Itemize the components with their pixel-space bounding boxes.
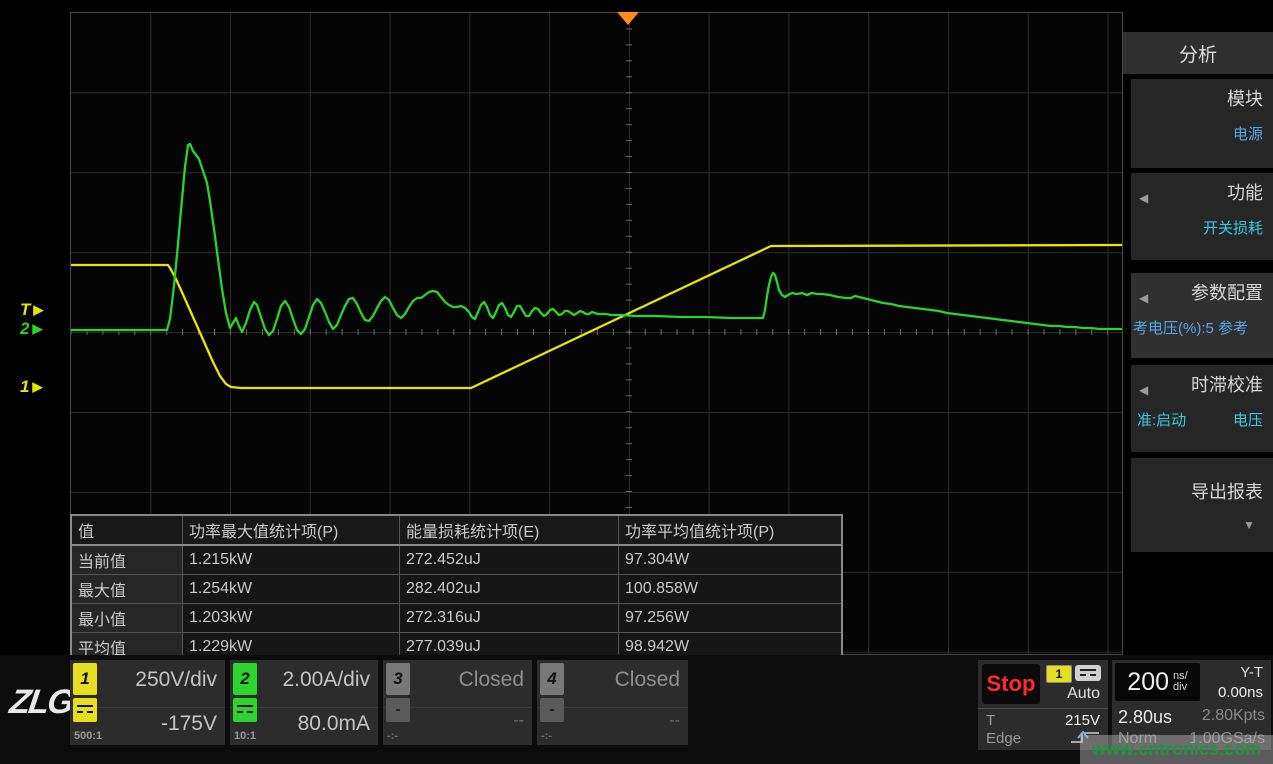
trigger-position-marker[interactable] — [617, 12, 639, 25]
menu-item-param-config[interactable]: ◀ 参数配置 考电压(%):5 参考 — [1131, 273, 1273, 358]
table-cell: 97.256W — [619, 604, 843, 633]
channel4-badge: 4 — [540, 663, 564, 695]
row-label: 最大值 — [71, 575, 183, 604]
table-cell: 1.203kW — [183, 604, 400, 633]
trigger-coupling-icon — [1075, 665, 1101, 681]
acquisition-status: Stop — [982, 664, 1040, 704]
channel4-offset: -- — [669, 712, 680, 730]
measurement-table: 值 功率最大值统计项(P) 能量损耗统计项(E) 功率平均值统计项(P) 当前值… — [70, 514, 843, 663]
channel3-offset: -- — [513, 712, 524, 730]
trigger-type: Edge — [986, 730, 1021, 747]
menu-item-function[interactable]: ◀ 功能 开关损耗 — [1131, 173, 1273, 260]
channel1-position-marker[interactable]: 1 ▶ — [20, 377, 68, 397]
table-cell: 1.254kW — [183, 575, 400, 604]
table-cell: 1.215kW — [183, 545, 400, 575]
table-header: 能量损耗统计项(E) — [400, 515, 619, 545]
right-arrow-icon: ▶ — [33, 302, 43, 318]
table-row: 最大值 1.254kW 282.402uJ 100.858W — [71, 575, 842, 604]
channel4-coupling-icon: - — [540, 698, 564, 722]
deskew-value-right: 电压 — [1233, 409, 1263, 430]
table-row: 当前值 1.215kW 272.452uJ 97.304W — [71, 545, 842, 575]
collapse-arrow-icon: ◀ — [1139, 291, 1148, 305]
menu-item-deskew[interactable]: ◀ 时滞校准 准:启动 电压 — [1131, 365, 1273, 452]
channel1-block[interactable]: 1 250V/div -175V 500:1 — [70, 660, 225, 745]
record-length: 2.80Kpts — [1202, 707, 1265, 728]
channel3-scale: Closed — [459, 668, 524, 692]
channel2-offset: 80.0mA — [298, 712, 370, 736]
module-value: 电源 — [1137, 123, 1263, 144]
table-header: 值 — [71, 515, 183, 545]
channel3-block[interactable]: 3 - Closed -- -:- — [383, 660, 532, 745]
trigger-level-value: 215V — [1065, 712, 1100, 729]
channel3-probe-ratio: -:- — [387, 730, 398, 742]
table-row: 最小值 1.203kW 272.316uJ 97.256W — [71, 604, 842, 633]
channel1-probe-ratio: 500:1 — [74, 730, 102, 742]
channel1-scale: 250V/div — [135, 668, 217, 692]
right-arrow-icon: ▶ — [32, 379, 42, 395]
module-label: 模块 — [1137, 85, 1263, 111]
menu-title: 分析 — [1123, 32, 1273, 74]
trigger-level-marker[interactable]: T ▶ — [20, 300, 68, 320]
channel2-marker-label: 2 — [20, 319, 29, 339]
dc-coupling-icon — [233, 698, 257, 722]
export-report-label: 导出报表 — [1137, 478, 1263, 504]
table-cell: 272.452uJ — [400, 545, 619, 575]
menu-item-module[interactable]: 模块 电源 — [1131, 79, 1273, 168]
channel2-block[interactable]: 2 2.00A/div 80.0mA 10:1 — [230, 660, 378, 745]
deskew-value-left: 准:启动 — [1137, 409, 1186, 430]
channel1-badge: 1 — [73, 663, 97, 695]
table-header: 功率平均值统计项(P) — [619, 515, 843, 545]
channel4-block[interactable]: 4 - Closed -- -:- — [537, 660, 688, 745]
channel2-scale: 2.00A/div — [282, 668, 370, 692]
channel2-badge: 2 — [233, 663, 257, 695]
row-label: 最小值 — [71, 604, 183, 633]
trigger-level-label: T — [20, 300, 30, 320]
collapse-arrow-icon: ◀ — [1139, 383, 1148, 397]
channel1-marker-label: 1 — [20, 377, 29, 397]
deskew-label: 时滞校准 — [1137, 371, 1263, 397]
collapse-arrow-icon: ◀ — [1139, 191, 1148, 205]
channel4-probe-ratio: -:- — [541, 730, 552, 742]
chann2-probe-ratio: 10:1 — [234, 730, 256, 742]
function-label: 功能 — [1137, 179, 1263, 205]
channel4-scale: Closed — [615, 668, 680, 692]
trigger-level-t-label: T — [986, 712, 995, 729]
display-mode: Y-T — [1240, 664, 1263, 681]
right-arrow-icon: ▶ — [32, 321, 42, 337]
channel1-offset: -175V — [161, 712, 217, 736]
function-value: 开关损耗 — [1137, 217, 1263, 238]
menu-item-export-report[interactable]: 导出报表 ▼ — [1131, 458, 1273, 552]
param-config-label: 参数配置 — [1137, 279, 1263, 305]
channel3-badge: 3 — [386, 663, 410, 695]
trigger-source-badge: 1 — [1046, 665, 1072, 683]
time-window: 2.80us — [1118, 707, 1172, 728]
param-config-value: 考电压(%):5 参考 — [1133, 317, 1263, 338]
table-cell: 272.316uJ — [400, 604, 619, 633]
dc-coupling-icon — [73, 698, 97, 722]
trigger-delay: 0.00ns — [1218, 684, 1263, 701]
table-cell: 100.858W — [619, 575, 843, 604]
analysis-menu: 分析 模块 电源 ◀ 功能 开关损耗 ◀ 参数配置 考电压(%):5 参考 ◀ … — [1123, 0, 1273, 655]
oscilloscope-screen: T ▶ 2 ▶ 1 ▶ 值 功率最大值统计项(P) 能量损耗统计项(E) 功率平… — [0, 0, 1273, 764]
chevron-down-icon: ▼ — [1137, 518, 1263, 532]
table-cell: 97.304W — [619, 545, 843, 575]
channel3-coupling-icon: - — [386, 698, 410, 722]
watermark: www.cntronics.com — [1080, 735, 1273, 764]
table-cell: 282.402uJ — [400, 575, 619, 604]
trigger-mode: Auto — [1067, 685, 1100, 703]
row-label: 当前值 — [71, 545, 183, 575]
channel2-position-marker[interactable]: 2 ▶ — [20, 319, 68, 339]
table-header: 功率最大值统计项(P) — [183, 515, 400, 545]
timebase-setting: 200 ns/div — [1115, 663, 1200, 701]
